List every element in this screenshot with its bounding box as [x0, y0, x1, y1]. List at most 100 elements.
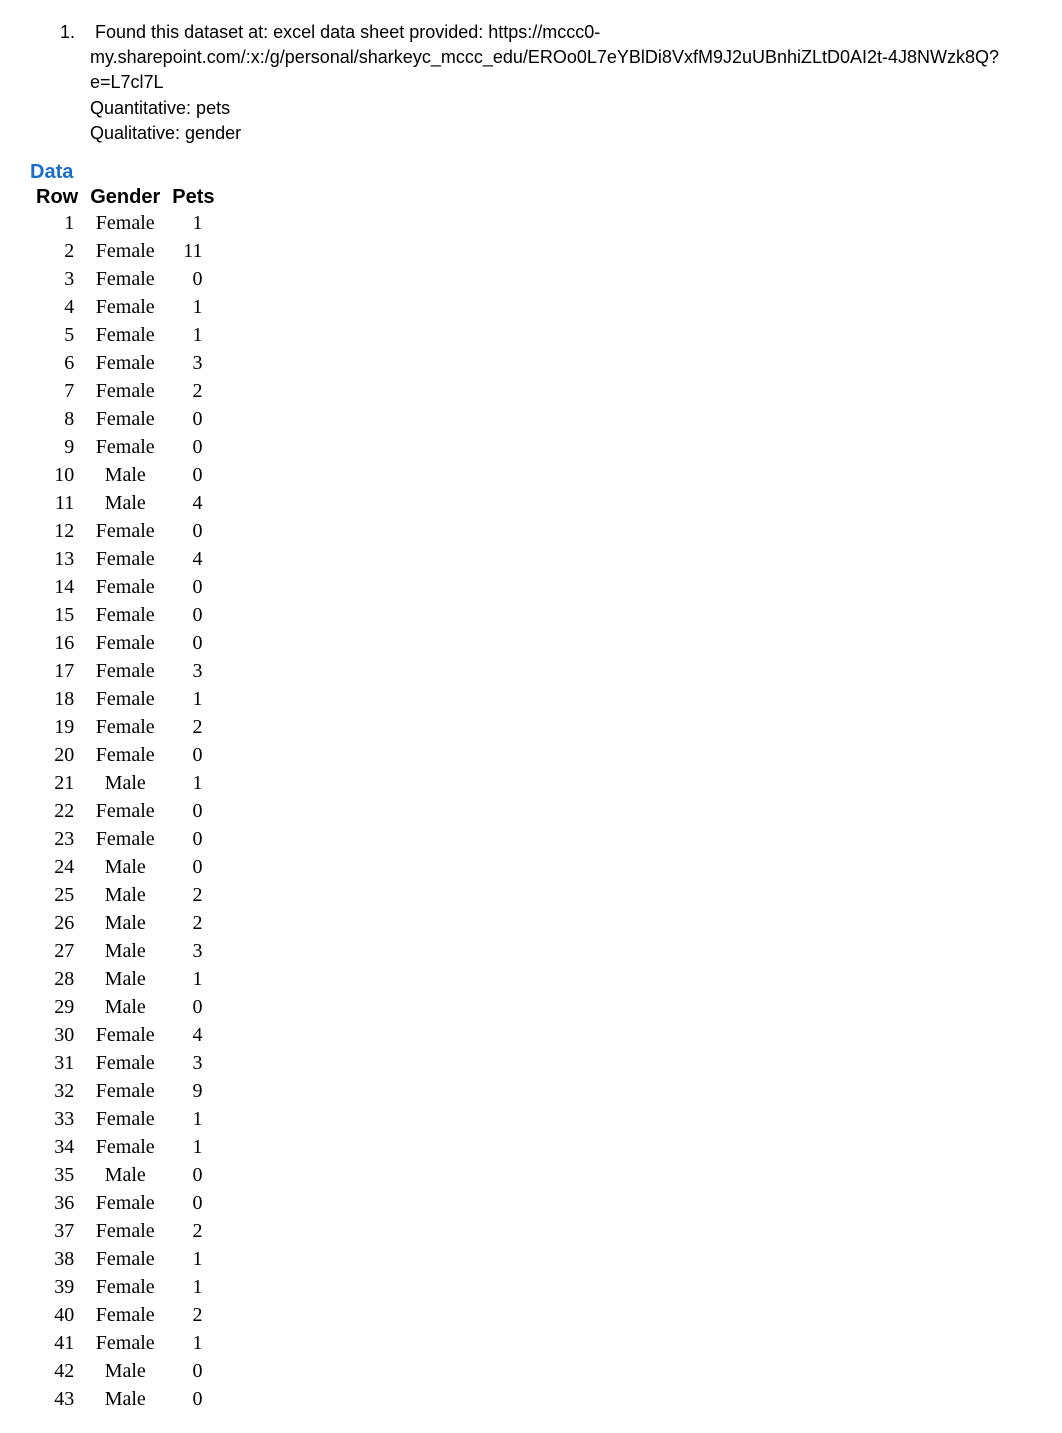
- table-row: 3Female0: [30, 265, 221, 293]
- cell-gender: Female: [84, 1077, 166, 1105]
- table-row: 28Male1: [30, 965, 221, 993]
- cell-gender: Female: [84, 209, 166, 237]
- table-row: 29Male0: [30, 993, 221, 1021]
- table-row: 26Male2: [30, 909, 221, 937]
- cell-pets: 0: [166, 517, 220, 545]
- cell-row: 30: [30, 1021, 84, 1049]
- cell-row: 4: [30, 293, 84, 321]
- cell-pets: 0: [166, 1189, 220, 1217]
- cell-pets: 2: [166, 713, 220, 741]
- table-row: 9Female0: [30, 433, 221, 461]
- cell-gender: Female: [84, 713, 166, 741]
- cell-row: 35: [30, 1161, 84, 1189]
- cell-pets: 3: [166, 937, 220, 965]
- list-text-line2: my.sharepoint.com/:x:/g/personal/sharkey…: [90, 45, 1032, 95]
- table-row: 16Female0: [30, 629, 221, 657]
- table-row: 38Female1: [30, 1245, 221, 1273]
- cell-row: 10: [30, 461, 84, 489]
- cell-row: 41: [30, 1329, 84, 1357]
- table-row: 1Female1: [30, 209, 221, 237]
- list-item-1: 1. Found this dataset at: excel data she…: [90, 20, 1032, 45]
- cell-gender: Female: [84, 405, 166, 433]
- cell-gender: Female: [84, 237, 166, 265]
- cell-row: 13: [30, 545, 84, 573]
- table-row: 17Female3: [30, 657, 221, 685]
- cell-gender: Male: [84, 489, 166, 517]
- cell-gender: Male: [84, 853, 166, 881]
- cell-pets: 4: [166, 545, 220, 573]
- cell-pets: 0: [166, 573, 220, 601]
- cell-gender: Female: [84, 741, 166, 769]
- table-row: 24Male0: [30, 853, 221, 881]
- cell-pets: 2: [166, 881, 220, 909]
- table-row: 4Female1: [30, 293, 221, 321]
- table-body: 1Female12Female113Female04Female15Female…: [30, 209, 221, 1413]
- section-title-data: Data: [30, 161, 1032, 184]
- cell-row: 8: [30, 405, 84, 433]
- cell-pets: 0: [166, 993, 220, 1021]
- table-row: 5Female1: [30, 321, 221, 349]
- table-row: 25Male2: [30, 881, 221, 909]
- cell-row: 2: [30, 237, 84, 265]
- cell-gender: Female: [84, 265, 166, 293]
- list-text-line4: Qualitative: gender: [90, 121, 1032, 146]
- table-row: 13Female4: [30, 545, 221, 573]
- table-row: 18Female1: [30, 685, 221, 713]
- cell-row: 15: [30, 601, 84, 629]
- cell-row: 21: [30, 769, 84, 797]
- cell-row: 22: [30, 797, 84, 825]
- table-row: 34Female1: [30, 1133, 221, 1161]
- cell-gender: Female: [84, 349, 166, 377]
- cell-gender: Male: [84, 1161, 166, 1189]
- cell-pets: 1: [166, 1133, 220, 1161]
- cell-gender: Female: [84, 601, 166, 629]
- header-pets: Pets: [166, 186, 220, 209]
- cell-row: 32: [30, 1077, 84, 1105]
- cell-pets: 1: [166, 685, 220, 713]
- cell-gender: Female: [84, 685, 166, 713]
- cell-row: 24: [30, 853, 84, 881]
- table-row: 32Female9: [30, 1077, 221, 1105]
- cell-pets: 2: [166, 1301, 220, 1329]
- cell-pets: 1: [166, 1273, 220, 1301]
- cell-row: 33: [30, 1105, 84, 1133]
- cell-gender: Female: [84, 1133, 166, 1161]
- cell-row: 6: [30, 349, 84, 377]
- table-row: 33Female1: [30, 1105, 221, 1133]
- data-table: Row Gender Pets 1Female12Female113Female…: [30, 186, 221, 1413]
- cell-pets: 2: [166, 1217, 220, 1245]
- cell-pets: 0: [166, 629, 220, 657]
- cell-row: 23: [30, 825, 84, 853]
- cell-pets: 1: [166, 1329, 220, 1357]
- table-row: 6Female3: [30, 349, 221, 377]
- table-row: 19Female2: [30, 713, 221, 741]
- cell-pets: 0: [166, 741, 220, 769]
- cell-pets: 0: [166, 461, 220, 489]
- table-row: 2Female11: [30, 237, 221, 265]
- cell-pets: 0: [166, 797, 220, 825]
- table-row: 8Female0: [30, 405, 221, 433]
- header-gender: Gender: [84, 186, 166, 209]
- cell-gender: Female: [84, 517, 166, 545]
- table-row: 35Male0: [30, 1161, 221, 1189]
- table-row: 10Male0: [30, 461, 221, 489]
- cell-pets: 1: [166, 209, 220, 237]
- cell-pets: 0: [166, 405, 220, 433]
- list-number: 1.: [60, 20, 90, 45]
- table-row: 12Female0: [30, 517, 221, 545]
- cell-gender: Male: [84, 1357, 166, 1385]
- cell-gender: Female: [84, 1049, 166, 1077]
- cell-row: 7: [30, 377, 84, 405]
- cell-gender: Female: [84, 1021, 166, 1049]
- numbered-list: 1. Found this dataset at: excel data she…: [30, 20, 1032, 146]
- cell-row: 36: [30, 1189, 84, 1217]
- cell-pets: 9: [166, 1077, 220, 1105]
- cell-pets: 11: [166, 237, 220, 265]
- cell-row: 11: [30, 489, 84, 517]
- cell-row: 25: [30, 881, 84, 909]
- cell-gender: Male: [84, 461, 166, 489]
- table-row: 7Female2: [30, 377, 221, 405]
- cell-row: 26: [30, 909, 84, 937]
- cell-gender: Female: [84, 1245, 166, 1273]
- table-row: 23Female0: [30, 825, 221, 853]
